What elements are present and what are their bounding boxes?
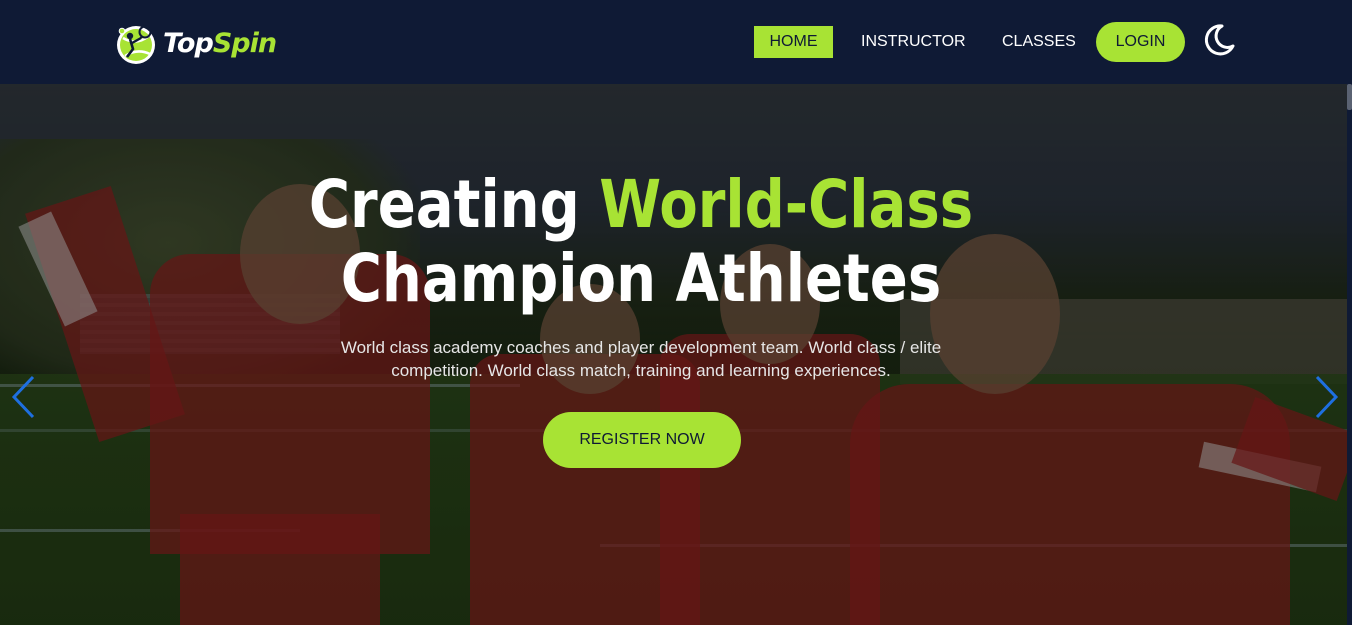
- brand-logo[interactable]: TopSpin: [113, 18, 277, 68]
- moon-icon[interactable]: [1200, 22, 1236, 58]
- nav-classes-link[interactable]: CLASSES: [1002, 26, 1076, 58]
- brand-name-part1: Top: [163, 27, 214, 59]
- brand-name-part2: Spin: [212, 27, 277, 59]
- login-button[interactable]: LOGIN: [1096, 22, 1185, 62]
- hero-headline: Creating World-Class Champion Athletes: [96, 168, 1186, 316]
- hero-subtext: World class academy coaches and player d…: [340, 338, 942, 380]
- headline-accent: World-Class: [599, 166, 974, 243]
- chevron-right-icon[interactable]: [1311, 374, 1341, 420]
- top-navbar: TopSpin HOME INSTRUCTOR CLASSES LOGIN: [0, 0, 1352, 84]
- brand-name: TopSpin: [163, 27, 277, 59]
- page-scrollbar-thumb[interactable]: [1347, 84, 1352, 110]
- hero-carousel: Creating World-Class Champion Athletes W…: [0, 84, 1352, 625]
- headline-line2: Champion Athletes: [340, 240, 942, 317]
- nav-instructor-link[interactable]: INSTRUCTOR: [861, 26, 966, 58]
- chevron-left-icon[interactable]: [9, 374, 39, 420]
- register-now-button[interactable]: REGISTER NOW: [543, 412, 741, 468]
- headline-part1: Creating: [308, 166, 600, 243]
- tennis-player-ball-icon: [113, 20, 159, 66]
- nav-home-link[interactable]: HOME: [754, 26, 833, 58]
